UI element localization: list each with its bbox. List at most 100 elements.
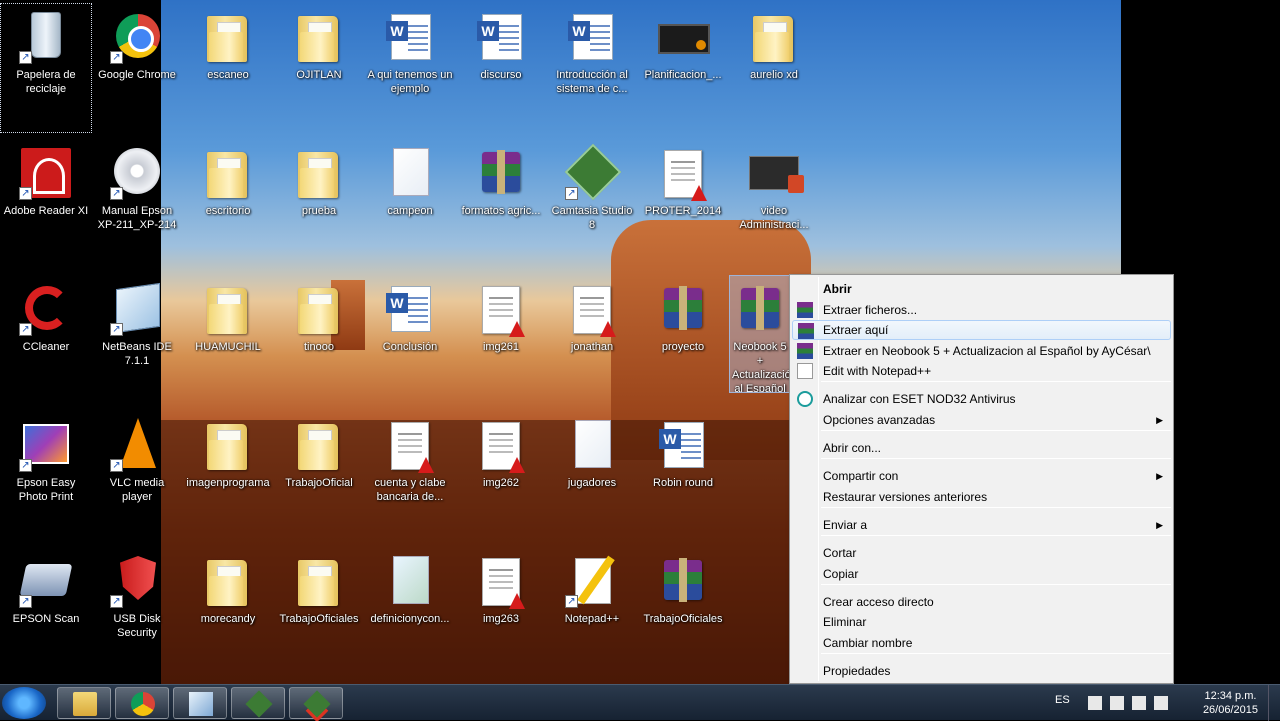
menu-item-abrir[interactable]: Abrir	[792, 279, 1171, 299]
notepadpp-icon	[797, 363, 813, 379]
desktop-icon[interactable]: W Robin round	[638, 412, 728, 540]
shortcut-arrow-icon: ↗	[19, 187, 32, 200]
network-signal-icon[interactable]	[1132, 696, 1146, 710]
folder-icon-shape	[207, 16, 247, 62]
usb-device-icon[interactable]	[1110, 696, 1124, 710]
desktop-icon[interactable]: formatos agric...	[456, 140, 546, 268]
adobe-reader-icon: ↗	[19, 146, 73, 200]
desktop-icon[interactable]: cuenta y clabe bancaria de...	[365, 412, 455, 540]
desktop-icon[interactable]: jugadores	[547, 412, 637, 540]
folder-icon-shape	[207, 560, 247, 606]
desktop-icon[interactable]: escaneo	[183, 4, 273, 132]
desktop-icon[interactable]: ↗ CCleaner	[1, 276, 91, 404]
desktop-icon[interactable]: ↗ USB Disk Security	[92, 548, 182, 676]
menu-item-extraer-en-neobook-5-actualiza[interactable]: Extraer en Neobook 5 + Actualizacion al …	[792, 341, 1171, 361]
desktop-icon[interactable]: img261	[456, 276, 546, 404]
folder-icon	[201, 10, 255, 64]
shortcut-arrow-icon: ↗	[110, 459, 123, 472]
menu-item-label: Compartir con	[823, 469, 899, 483]
clock[interactable]: 12:34 p.m. 26/06/2015	[1203, 689, 1258, 717]
recycle-bin-icon-shape	[31, 12, 61, 58]
desktop-icon[interactable]: Planificacion_...	[638, 4, 728, 132]
shortcut-arrow-icon: ↗	[110, 187, 123, 200]
desktop-icon[interactable]: campeon	[365, 140, 455, 268]
volume-icon[interactable]	[1154, 696, 1168, 710]
desktop-icon-label: escaneo	[207, 69, 249, 81]
show-desktop-button[interactable]	[1268, 685, 1280, 721]
menu-item-crear-acceso-directo[interactable]: Crear acceso directo	[792, 592, 1171, 612]
desktop-icon[interactable]: img263	[456, 548, 546, 676]
desktop-icon[interactable]: TrabajoOficiales	[638, 548, 728, 676]
desktop-icon[interactable]: proyecto	[638, 276, 728, 404]
desktop-icon[interactable]: ↗ Notepad++	[547, 548, 637, 676]
desktop-icon[interactable]: ↗ Camtasia Studio 8	[547, 140, 637, 268]
desktop-icon[interactable]: img262	[456, 412, 546, 540]
desktop-icon-label: definicionycon...	[370, 613, 450, 625]
desktop-icon[interactable]: PROTER_2014	[638, 140, 728, 268]
action-center-flag-icon[interactable]	[1088, 696, 1102, 710]
desktop-icon[interactable]: prueba	[274, 140, 364, 268]
menu-item-extraer-aquí[interactable]: Extraer aquí	[792, 320, 1171, 340]
desktop-icon[interactable]: morecandy	[183, 548, 273, 676]
desktop-icon[interactable]: escritorio	[183, 140, 273, 268]
desktop-icon[interactable]: TrabajoOficial	[274, 412, 364, 540]
desktop-icon[interactable]: aurelio xd	[729, 4, 819, 132]
desktop-icon[interactable]: video Administraci...	[729, 140, 819, 268]
shortcut-arrow-icon: ↗	[19, 595, 32, 608]
taskbar-button-camtasia[interactable]	[231, 687, 285, 719]
start-button[interactable]	[2, 687, 46, 719]
desktop-icon[interactable]: W Introducción al sistema de c...	[547, 4, 637, 132]
desktop-icon[interactable]: jonathan	[547, 276, 637, 404]
desktop-icon[interactable]: ↗ Papelera de reciclaje	[0, 3, 92, 133]
language-indicator[interactable]: ES	[1055, 694, 1070, 706]
taskbar-button-chrome[interactable]	[115, 687, 169, 719]
winrar-icon	[798, 323, 814, 339]
pdf-file-icon-shape	[418, 457, 434, 473]
word-document-icon-shape	[499, 25, 519, 27]
taskbar-button-explorer[interactable]	[57, 687, 111, 719]
submenu-arrow-icon: ▶	[1156, 520, 1163, 530]
desktop-icon[interactable]: ↗ VLC media player	[92, 412, 182, 540]
pdf-file-icon	[565, 282, 619, 337]
menu-item-label: Enviar a	[823, 518, 868, 532]
camtasia-icon	[245, 690, 273, 718]
desktop-icon[interactable]: tinooo	[274, 276, 364, 404]
chrome-icon	[131, 692, 155, 716]
menu-item-propiedades[interactable]: Propiedades	[792, 661, 1171, 681]
taskbar-button-netbeans[interactable]	[173, 687, 227, 719]
desktop-icon[interactable]: ↗ Adobe Reader XI	[1, 140, 91, 268]
menu-item-enviar-a[interactable]: Enviar a ▶	[792, 515, 1171, 535]
desktop-icon[interactable]: Wdiscurso	[456, 4, 546, 132]
menu-item-analizar-con-eset-nod32-antivi[interactable]: Analizar con ESET NOD32 Antivirus	[792, 389, 1171, 409]
desktop-icon[interactable]: ↗ Epson Easy Photo Print	[1, 412, 91, 540]
menu-item-extraer-ficheros[interactable]: Extraer ficheros...	[792, 300, 1171, 320]
menu-item-compartir-con[interactable]: Compartir con ▶	[792, 466, 1171, 486]
desktop-icon[interactable]: ↗ Google Chrome	[92, 4, 182, 132]
desktop-icon[interactable]: OJITLAN	[274, 4, 364, 132]
desktop-icon[interactable]: Neobook 5 + Actualización al Español by …	[729, 275, 791, 393]
menu-item-eliminar[interactable]: Eliminar	[792, 612, 1171, 632]
menu-item-restaurar-versiones-anteriores[interactable]: Restaurar versiones anteriores	[792, 487, 1171, 507]
menu-item-opciones-avanzadas[interactable]: Opciones avanzadas ▶	[792, 410, 1171, 430]
desktop-icon[interactable]: imagenprograma	[183, 412, 273, 540]
menu-item-cambiar-nombre[interactable]: Cambiar nombre	[792, 633, 1171, 653]
menu-item-edit-with-notepad[interactable]: Edit with Notepad++	[792, 361, 1171, 381]
word-document-icon-shape: W	[659, 429, 681, 449]
desktop-icon[interactable]: ↗ NetBeans IDE 7.1.1	[92, 276, 182, 404]
taskbar-button-camtasia-recorder[interactable]	[289, 687, 343, 719]
menu-item-copiar[interactable]: Copiar	[792, 564, 1171, 584]
desktop-icon[interactable]: W A qui tenemos un ejemplo	[365, 4, 455, 132]
menu-item-abrir-con[interactable]: Abrir con...	[792, 438, 1171, 458]
menu-item-cortar[interactable]: Cortar	[792, 543, 1171, 563]
desktop-icon[interactable]: definicionycon...	[365, 548, 455, 676]
word-document-icon: W	[474, 10, 528, 64]
desktop-icon[interactable]: TrabajoOficiales	[274, 548, 364, 676]
desktop-icon[interactable]: W Conclusión	[365, 276, 455, 404]
folder-icon	[292, 282, 346, 336]
desktop-icon[interactable]: ↗ EPSON Scan	[1, 548, 91, 676]
desktop-icon[interactable]: HUAMUCHIL	[183, 276, 273, 404]
desktop-icon-label: tinooo	[304, 341, 334, 353]
pdf-file-icon-shape	[691, 185, 707, 201]
desktop-icon[interactable]: ↗ Manual Epson XP-211_XP-214	[92, 140, 182, 268]
folder-icon	[747, 10, 801, 64]
